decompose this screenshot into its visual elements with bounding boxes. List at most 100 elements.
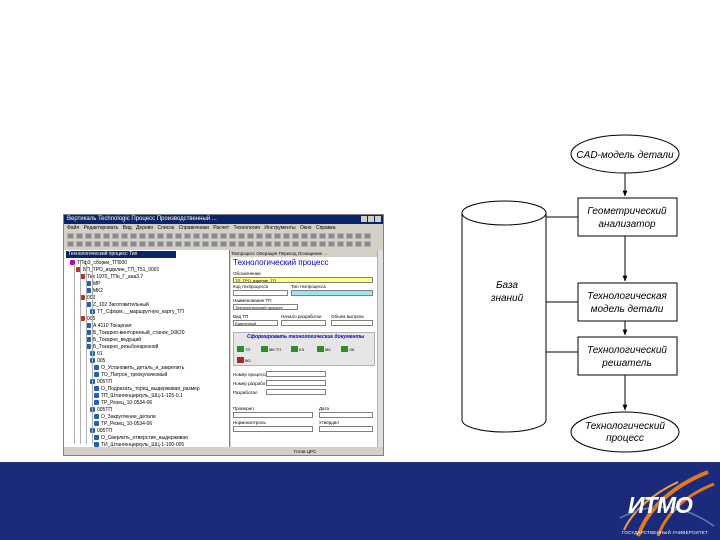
- toolbar-icon: [76, 233, 83, 239]
- toolbar-icon: [85, 241, 92, 247]
- label-approved: Утвердил: [319, 420, 339, 425]
- doc-button-6: [237, 357, 244, 363]
- toolbar-icon: [166, 241, 173, 247]
- toolbar-icon: [328, 241, 335, 247]
- itmo-logo-subtitle: ГОСУДАРСТВЕННЫЙ УНИВЕРСИТЕТ: [622, 530, 708, 535]
- toolbar-icon: [301, 241, 308, 247]
- doc-button-label-5: ОК: [349, 347, 355, 352]
- tree-row: ТТ_Сформ.__маршрутную_карту_ТП: [90, 309, 184, 315]
- approved-field: [319, 426, 373, 432]
- maximize-icon: [368, 216, 374, 222]
- form-tabs: Техпроцесс Операция Переход Оснащение ..…: [231, 250, 377, 257]
- tree-row-label: ТР_Резец_10-0534-06: [101, 400, 153, 406]
- toolbar-icon: [67, 241, 74, 247]
- menu-bar: Файл Редактировать Вид Дерево Список Спр…: [67, 225, 336, 231]
- toolbar-icon: [256, 241, 263, 247]
- toolbar-icon: [364, 241, 371, 247]
- knowledge-base-cylinder: [461, 200, 547, 433]
- doc-button-1: [237, 346, 244, 352]
- tree-row: Б_Токарно_ведущий: [86, 337, 141, 343]
- toolbar-icon: [220, 241, 227, 247]
- tree-row-label: ТР_Резец_10-0534-06: [101, 421, 153, 427]
- geometric-analyzer-label-line1: Геометрический: [587, 206, 667, 217]
- tree-row: Б_Токарно-винторезный_станок_16К20: [86, 330, 185, 336]
- toolbar-icon: [193, 233, 200, 239]
- toolbar-icon: [319, 233, 326, 239]
- form-panel: Техпроцесс Операция Переход Оснащение ..…: [231, 250, 377, 447]
- tree-node-icon: [94, 365, 99, 371]
- toolbar-icon: [310, 241, 317, 247]
- toolbar: [64, 232, 383, 248]
- tree-row: ТПф3_сборки_ТП000: [70, 260, 127, 266]
- developed-field: [266, 389, 326, 395]
- tree-row-label: МР: [93, 281, 101, 287]
- knowledge-base-label-line1: База: [496, 280, 518, 291]
- toolbar-icon: [94, 241, 101, 247]
- vertical-scrollbar: [377, 250, 383, 447]
- tree-row: ТО_Патрон_трехкулачковый: [94, 372, 167, 378]
- designation-value: ТП_ТРО_изделие_ТП: [235, 278, 276, 283]
- technological-solver-node: [577, 336, 678, 376]
- toolbar-icon: [112, 241, 119, 247]
- tree-row-label: О_Сверлить_отверстие_выдерживая: [101, 435, 188, 441]
- window-title: Вертикаль Technologic Процесс Производст…: [67, 216, 217, 222]
- volume-field: [331, 320, 373, 326]
- tree-header: Технологический процесс Тип: [66, 251, 176, 258]
- tree-row: 000: [80, 295, 95, 301]
- toolbar-icon: [364, 233, 371, 239]
- label-norm-control: Нормоконтроль: [233, 420, 266, 425]
- doc-button-label-1: ТП: [245, 347, 251, 352]
- flowchart: База знаний CAD-модель детали Геометриче…: [461, 134, 680, 453]
- slide: Вертикаль Technologic Процесс Производст…: [0, 0, 720, 540]
- tree-node-icon: [94, 386, 99, 392]
- toolbar-icon: [229, 241, 236, 247]
- tree-row: БП_ТРО_изделие_ТП_Т51_0001: [76, 267, 159, 273]
- tree-row-label: Б_Токарно_резьбонарезной: [93, 344, 159, 350]
- tree-row-label: БП_ТРО_изделие_ТП_Т51_0001: [83, 267, 160, 273]
- toolbar-icon: [346, 241, 353, 247]
- toolbar-icon: [238, 233, 245, 239]
- label-process-code: Код техпроцесса: [233, 284, 269, 289]
- tree-row-label: 005ТП: [97, 379, 112, 385]
- toolbar-icon: [301, 233, 308, 239]
- tree-row: 005: [80, 316, 95, 322]
- tree-panel: Технологический процесс Тип ТПф3_сборки_…: [64, 250, 230, 448]
- toolbar-icon: [265, 233, 272, 239]
- toolbar-icon: [157, 233, 164, 239]
- process-kind-field: Единичный: [233, 320, 278, 326]
- designation-field: ТП_ТРО_изделие_ТП: [233, 277, 373, 283]
- doc-button-label-3: КЭ: [299, 347, 305, 352]
- process-name-field: Технологический процесс: [233, 304, 298, 310]
- toolbar-icon: [112, 233, 119, 239]
- tree-row-label: А 4110 Токарная: [93, 323, 132, 329]
- toolbar-icon: [166, 233, 173, 239]
- tree-row-label: Б_Токарно_ведущий: [93, 337, 142, 343]
- technological-model-node: [577, 282, 678, 322]
- start-date-field: [281, 320, 326, 326]
- tree-node-icon: [94, 435, 99, 441]
- toolbar-icon: [328, 233, 335, 239]
- toolbar-icon: [274, 241, 281, 247]
- tree-guide-line: [86, 264, 87, 444]
- toolbar-icon: [184, 241, 191, 247]
- window-titlebar: Вертикаль Technologic Процесс Производст…: [64, 215, 383, 224]
- tree-row-label: О_Подрезать_торец_выдерживая_размер: [101, 386, 200, 392]
- toolbar-icon: [220, 233, 227, 239]
- date-field: [319, 412, 373, 418]
- label-process-kind: Вид ТП: [233, 314, 249, 319]
- toolbar-icon: [265, 241, 272, 247]
- tree-row: ТР_Резец_10-0534-06: [94, 421, 152, 427]
- tree-row: Б_Токарно_резьбонарезной: [86, 344, 158, 350]
- technological-model-label-line2: модель детали: [591, 304, 664, 315]
- tree-row-label: О_Установить_деталь_и_закрепить: [101, 365, 185, 371]
- doc-button-5: [341, 346, 348, 352]
- toolbar-icon: [247, 241, 254, 247]
- label-process-number: Номер процесса: [233, 372, 268, 377]
- toolbar-icon: [292, 233, 299, 239]
- doc-button-label-2: МК ТП: [269, 347, 282, 352]
- tree-row-label: ТПф3_сборки_ТП000: [77, 260, 127, 266]
- checked-field: [233, 412, 313, 418]
- toolbar-icon: [94, 233, 101, 239]
- dev-number-field: [266, 380, 326, 386]
- label-designation: Обозначение: [233, 271, 261, 276]
